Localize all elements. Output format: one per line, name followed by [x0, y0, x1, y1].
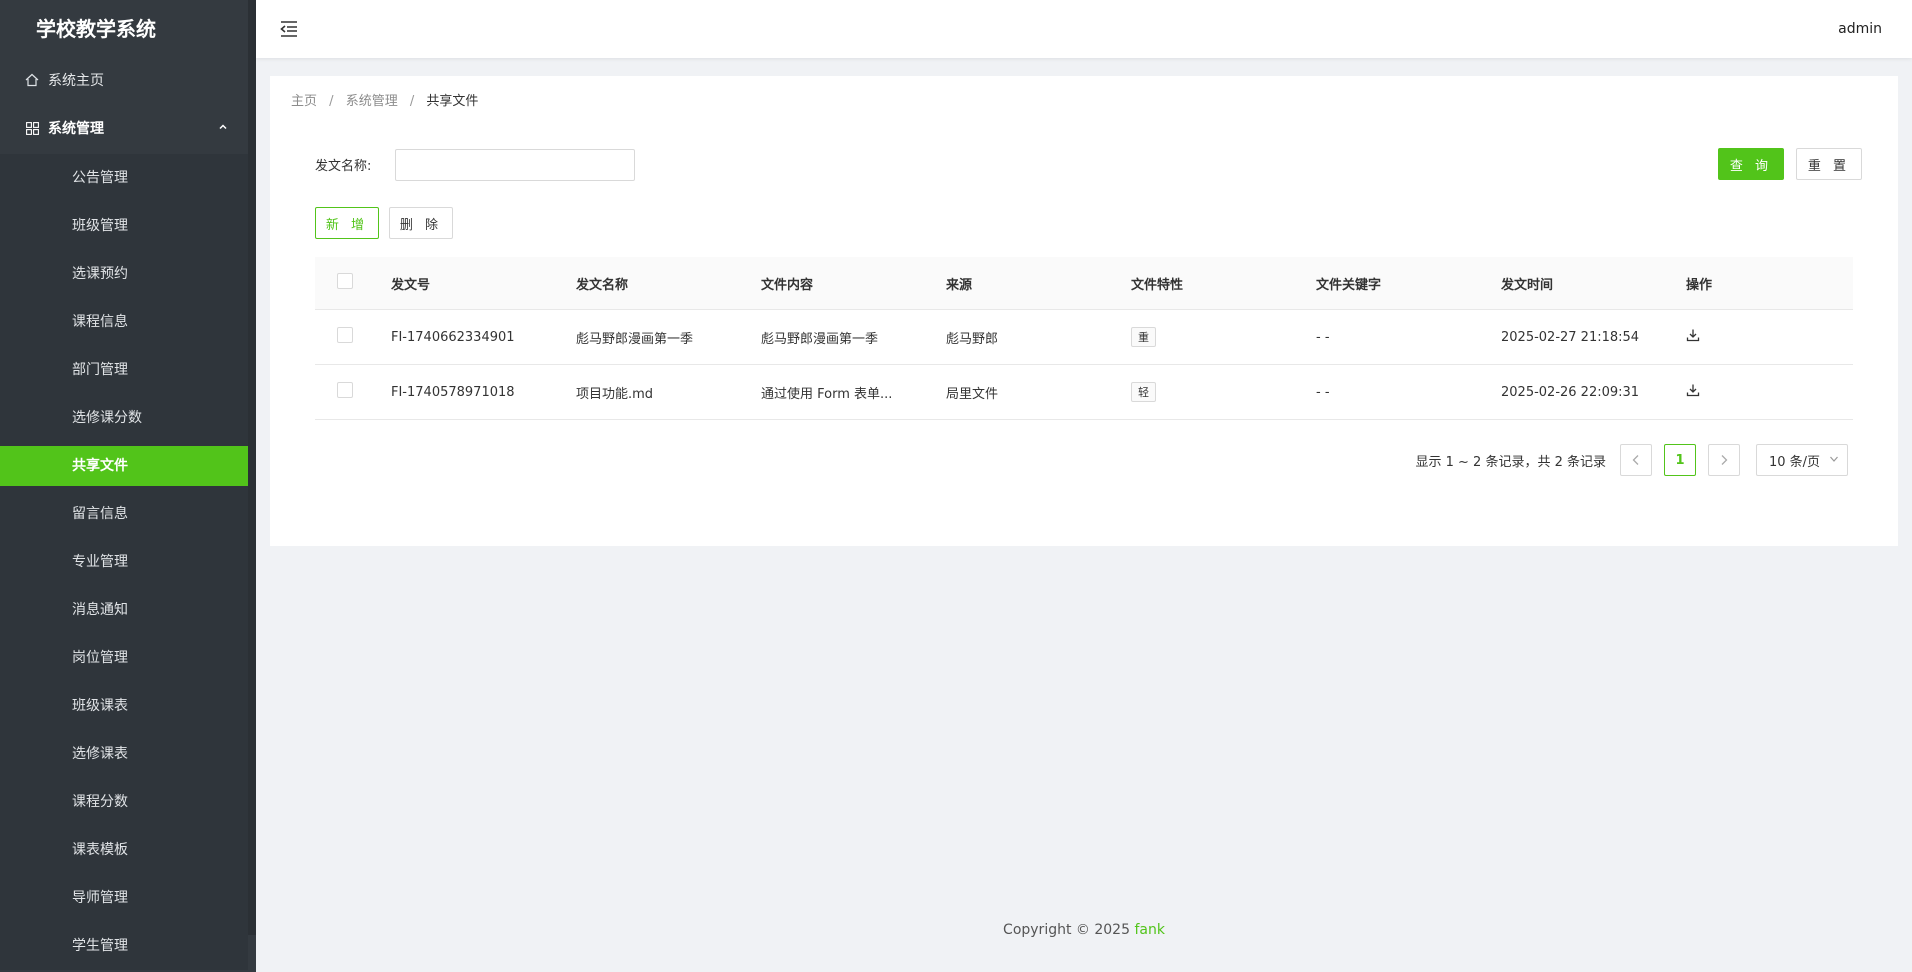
breadcrumb-current: 共享文件	[426, 94, 479, 109]
column-header: 发文号	[391, 277, 431, 293]
breadcrumb: 主页 / 系统管理 / 共享文件	[291, 90, 478, 109]
sidebar-group-system[interactable]: 系统管理	[0, 102, 248, 154]
cell-name: 彪马野郎漫画第一季	[576, 331, 694, 347]
reset-button[interactable]: 重 置	[1796, 148, 1862, 180]
grid-icon	[24, 121, 40, 135]
cell-source: 局里文件	[946, 386, 999, 402]
pagination-summary: 显示 1 ~ 2 条记录，共 2 条记录	[1415, 454, 1607, 470]
filter-name-label: 发文名称:	[315, 159, 372, 174]
cell-time: 2025-02-26 22:09:31	[1501, 384, 1640, 400]
sidebar-item-departments[interactable]: 部门管理	[0, 346, 248, 394]
sidebar-item-course-info[interactable]: 课程信息	[0, 298, 248, 346]
column-header: 发文时间	[1501, 277, 1554, 293]
table-row: FI-1740662334901 彪马野郎漫画第一季 彪马野郎漫画第一季 彪马野…	[315, 310, 1853, 365]
sidebar-item-messages[interactable]: 留言信息	[0, 490, 248, 538]
footer-author-link[interactable]: fank	[1134, 922, 1165, 938]
sidebar-item-elective-scores[interactable]: 选修课分数	[0, 394, 248, 442]
sidebar-item-classes[interactable]: 班级管理	[0, 202, 248, 250]
add-button[interactable]: 新 增	[315, 207, 379, 239]
pagination: 显示 1 ~ 2 条记录，共 2 条记录 1 10 条/页	[1415, 444, 1848, 476]
download-icon[interactable]	[1686, 383, 1702, 399]
sidebar-item-majors[interactable]: 专业管理	[0, 538, 248, 586]
sidebar-item-class-schedule[interactable]: 班级课表	[0, 682, 248, 730]
sidebar: 学校教学系统 系统主页 系统管理 公告管理 班级管理 选课预约 课程信息 部门管…	[0, 0, 256, 972]
chevron-down-icon	[1829, 455, 1839, 466]
query-button[interactable]: 查 询	[1718, 148, 1784, 180]
feature-tag: 轻	[1131, 382, 1156, 402]
sidebar-item-notifications[interactable]: 消息通知	[0, 586, 248, 634]
files-table: 发文号 发文名称 文件内容 来源 文件特性 文件关键字 发文时间 操作 FI-1…	[315, 257, 1853, 420]
sidebar-item-shared-files[interactable]: 共享文件	[0, 446, 248, 486]
sidebar-item-home[interactable]: 系统主页	[0, 58, 248, 102]
menu-fold-icon[interactable]	[278, 18, 300, 40]
delete-button[interactable]: 删 除	[389, 207, 453, 239]
top-header: admin	[256, 0, 1912, 58]
sidebar-item-advisors[interactable]: 导师管理	[0, 874, 248, 922]
sidebar-item-elective-schedule[interactable]: 选修课表	[0, 730, 248, 778]
page-size-select[interactable]: 10 条/页	[1756, 444, 1848, 476]
sidebar-item-students[interactable]: 学生管理	[0, 922, 248, 970]
cell-keyword: - -	[1316, 329, 1330, 345]
column-header: 操作	[1686, 277, 1713, 293]
row-checkbox[interactable]	[337, 382, 353, 398]
select-all-checkbox[interactable]	[337, 273, 353, 289]
page-number-button[interactable]: 1	[1664, 444, 1696, 476]
sidebar-submenu: 公告管理 班级管理 选课预约 课程信息 部门管理 选修课分数 共享文件 留言信息…	[0, 154, 248, 970]
feature-tag: 重	[1131, 327, 1156, 347]
column-header: 文件特性	[1131, 277, 1184, 293]
cell-keyword: - -	[1316, 384, 1330, 400]
column-header: 文件关键字	[1316, 277, 1382, 293]
content-card: 主页 / 系统管理 / 共享文件 发文名称: 查 询 重 置 新 增 删 除 发…	[270, 76, 1898, 546]
breadcrumb-system[interactable]: 系统管理	[346, 94, 398, 109]
home-icon	[24, 73, 40, 87]
cell-content: 彪马野郎漫画第一季	[761, 331, 879, 347]
sidebar-scrollbar[interactable]	[248, 0, 256, 935]
sidebar-group-label: 系统管理	[48, 121, 104, 137]
breadcrumb-separator: /	[329, 94, 334, 109]
sidebar-menu: 学校教学系统 系统主页 系统管理 公告管理 班级管理 选课预约 课程信息 部门管…	[0, 0, 248, 972]
breadcrumb-home[interactable]: 主页	[291, 94, 317, 109]
row-checkbox[interactable]	[337, 327, 353, 343]
prev-page-button[interactable]	[1620, 444, 1652, 476]
cell-doc-no: FI-1740662334901	[391, 329, 515, 345]
chevron-right-icon	[1721, 455, 1728, 465]
download-icon[interactable]	[1686, 328, 1702, 344]
breadcrumb-separator: /	[409, 94, 415, 109]
column-header: 文件内容	[761, 277, 814, 293]
app-title: 学校教学系统	[36, 17, 156, 41]
sidebar-item-course-scores[interactable]: 课程分数	[0, 778, 248, 826]
filter-name-input[interactable]	[395, 149, 635, 181]
cell-source: 彪马野郎	[946, 331, 999, 347]
column-header: 来源	[946, 277, 973, 293]
sidebar-item-label: 系统主页	[48, 73, 104, 89]
sidebar-item-positions[interactable]: 岗位管理	[0, 634, 248, 682]
cell-content: 通过使用 Form 表单...	[761, 386, 893, 402]
sidebar-item-schedule-templates[interactable]: 课表模板	[0, 826, 248, 874]
cell-doc-no: FI-1740578971018	[391, 384, 515, 400]
chevron-left-icon	[1632, 455, 1639, 465]
table-header-row: 发文号 发文名称 文件内容 来源 文件特性 文件关键字 发文时间 操作	[315, 257, 1853, 310]
cell-name: 项目功能.md	[576, 386, 654, 402]
cell-time: 2025-02-27 21:18:54	[1501, 329, 1640, 345]
footer-copyright: Copyright © 2025	[1003, 922, 1130, 938]
table-row: FI-1740578971018 项目功能.md 通过使用 Form 表单...…	[315, 365, 1853, 420]
sidebar-item-course-booking[interactable]: 选课预约	[0, 250, 248, 298]
footer: Copyright © 2025 fank	[256, 922, 1912, 938]
chevron-up-icon	[218, 122, 228, 135]
next-page-button[interactable]	[1708, 444, 1740, 476]
column-header: 发文名称	[576, 277, 629, 293]
sidebar-item-announcements[interactable]: 公告管理	[0, 154, 248, 202]
page-size-value: 10 条/页	[1769, 454, 1821, 470]
user-name[interactable]: admin	[1838, 0, 1882, 58]
